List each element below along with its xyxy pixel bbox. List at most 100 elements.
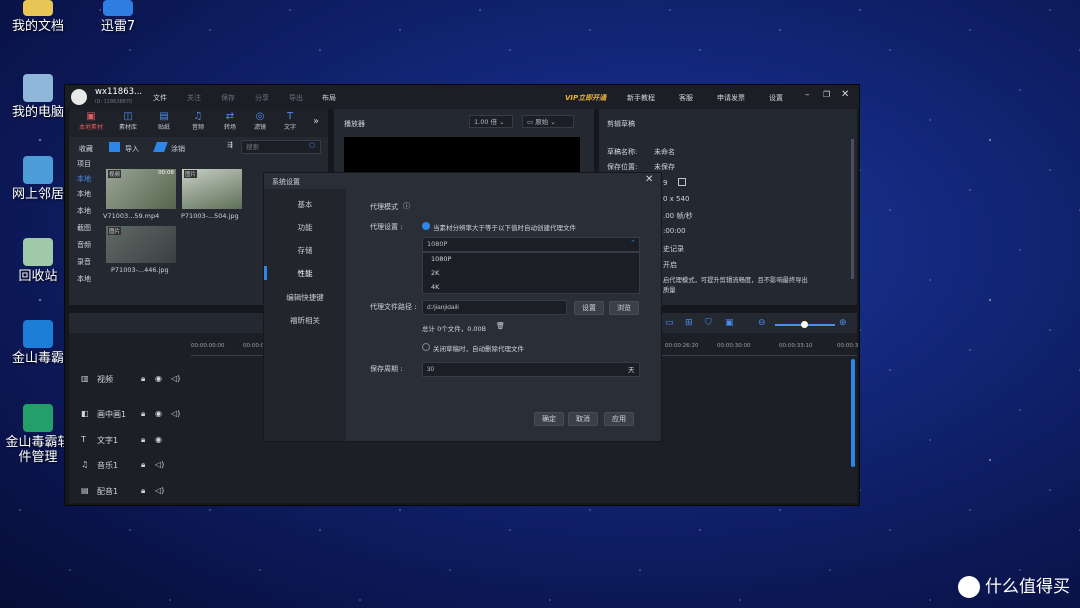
tool-transition[interactable]: ⇄ 转场 [219,111,241,131]
media-thumb-image[interactable]: 图片 [182,169,242,209]
tutorial-link[interactable]: 新手教程 [627,93,655,103]
volume-icon[interactable]: ◁) [171,409,180,418]
menu-export[interactable]: 导出 [289,93,303,103]
media-thumb-image[interactable]: 图片 [106,226,176,263]
timeline-scrollbar[interactable] [851,359,855,467]
draft-fps: .00 帧/秒 [663,212,693,220]
sidebar-item-local[interactable]: 本地 [77,206,91,216]
lock-icon[interactable]: 🔒︎ [141,409,145,419]
nav-item-foxit[interactable]: 福昕相关 [264,315,346,326]
tool-local-media[interactable]: ▣ 本地素材 [75,111,107,131]
settings-link[interactable]: 设置 [769,93,783,103]
nav-item-features[interactable]: 功能 [264,222,346,233]
desktop-icon-network[interactable]: 网上邻居 [6,156,70,202]
desktop-icon-xunlei[interactable]: 迅雷7 [86,0,150,34]
volume-icon[interactable]: ◁) [155,486,164,495]
lock-icon[interactable]: 🔒︎ [141,486,145,496]
zoom-in-icon[interactable]: ⊕ [839,318,847,328]
desktop-icon-my-documents[interactable]: 我的文档 [6,0,70,34]
speed-select[interactable]: 1.00 倍 ⌄ [469,115,513,128]
invoice-link[interactable]: 申请发票 [717,93,745,103]
ratio-select[interactable]: ▭ 原始 ⌄ [522,115,574,128]
caption-icon[interactable]: ▭ [665,318,674,328]
menu-follow[interactable]: 关注 [187,93,201,103]
tool-text[interactable]: T 文字 [279,111,301,131]
service-link[interactable]: 客服 [679,93,693,103]
zoom-out-icon[interactable]: ⊖ [758,318,766,328]
option-4k[interactable]: 4K [431,283,439,291]
tool-audio[interactable]: ♫ 音频 [187,111,209,131]
track-voiceover[interactable]: ▤ 配音1 🔒︎ ◁) [75,477,255,503]
set-button[interactable]: 设置 [574,301,604,315]
ok-button[interactable]: 确定 [534,412,564,426]
sidebar-favorites[interactable]: 收藏 [79,144,93,154]
avatar[interactable] [71,89,87,105]
volume-icon[interactable]: ◁) [155,460,164,469]
screen-icon[interactable]: ▣ [725,318,734,328]
proxy-path-input[interactable] [422,300,567,315]
trash-icon[interactable]: 🗑︎ [496,322,505,330]
more-tools-icon[interactable]: » [313,116,319,127]
close-icon[interactable]: ✕ [645,174,653,185]
nav-item-shortcuts[interactable]: 编辑快捷键 [264,292,346,303]
apply-button[interactable]: 应用 [604,412,634,426]
nav-item-storage[interactable]: 存储 [264,245,346,256]
browse-button[interactable]: 浏览 [609,301,639,315]
minimize-icon[interactable]: – [805,90,810,100]
clean-button[interactable]: 涂销 [171,144,185,154]
grid-icon[interactable]: ⊞ [685,318,693,328]
track-text[interactable]: T 文字1 🔒︎ ◉ [75,426,255,452]
desktop-icon-my-computer[interactable]: 我的电脑 [6,74,70,120]
draft-history[interactable]: 史记录 [663,244,684,254]
eye-icon[interactable]: ◉ [155,374,162,383]
lock-icon[interactable]: 🔒︎ [141,460,145,470]
sidebar-item-local-active[interactable]: 本地 [77,174,91,184]
menu-file[interactable]: 文件 [153,93,167,103]
resolution-select[interactable]: 1080P [422,237,640,252]
option-1080p[interactable]: 1080P [431,255,451,263]
nav-item-basic[interactable]: 基本 [264,199,346,210]
sidebar-item-local[interactable]: 本地 [77,189,91,199]
nav-item-performance[interactable]: 性能 [264,268,346,279]
draft-open[interactable]: 开启 [663,260,677,270]
cancel-button[interactable]: 取消 [568,412,598,426]
desktop-icon-label: 金山毒霸软件管理 [5,435,71,465]
proxy-checkbox[interactable] [422,222,430,230]
zoom-slider-handle[interactable] [801,321,808,328]
maximize-icon[interactable]: ❐ [823,90,830,99]
sort-icon[interactable]: ⇶ [227,141,233,149]
menu-share[interactable]: 分享 [255,93,269,103]
period-input[interactable] [422,362,640,377]
lock-icon[interactable]: 🔒︎ [141,435,145,445]
desktop-icon-kingsoft-manager[interactable]: 金山毒霸软件管理 [4,404,72,465]
track-pip[interactable]: ◧ 画中画1 🔒︎ ◉ ◁) [75,400,255,426]
tool-filter[interactable]: ◎ 滤镜 [249,111,271,131]
vip-button[interactable]: VIP立即开通 [565,93,606,103]
track-video[interactable]: ▥ 视频 🔒︎ ◉ ◁) [75,365,255,391]
media-thumb-video[interactable]: 视频 00:08 [106,169,176,209]
close-icon[interactable]: ✕ [841,89,849,100]
desktop-icon-recycle-bin[interactable]: 回收站 [6,238,70,284]
option-2k[interactable]: 2K [431,269,439,277]
desktop-icon-kingsoft[interactable]: 金山毒霸 [6,320,70,366]
sidebar-item-project[interactable]: 项目 [77,159,91,169]
track-music[interactable]: ♫ 音乐1 🔒︎ ◁) [75,451,255,477]
sidebar-item-screenshot[interactable]: 截图 [77,223,91,233]
auto-delete-radio[interactable] [422,343,430,351]
scrollbar[interactable] [851,139,854,279]
volume-icon[interactable]: ◁) [171,374,180,383]
tool-sticker[interactable]: ▤ 贴纸 [153,111,175,131]
help-icon[interactable]: ⓘ [403,201,410,211]
eye-icon[interactable]: ◉ [155,435,162,444]
menu-layout[interactable]: 布局 [322,93,336,103]
sidebar-item-local[interactable]: 本地 [77,274,91,284]
menu-save[interactable]: 保存 [221,93,235,103]
sidebar-item-audio[interactable]: 音频 [77,240,91,250]
lock-icon[interactable]: 🔒︎ [141,374,145,384]
sidebar-item-recording[interactable]: 录音 [77,257,91,267]
play-icon[interactable] [678,178,686,186]
eye-icon[interactable]: ◉ [155,409,162,418]
import-button[interactable]: 导入 [125,144,139,154]
shield-icon[interactable]: ⛉ [705,318,712,328]
tool-media-library[interactable]: ◫ 素材库 [117,111,139,131]
